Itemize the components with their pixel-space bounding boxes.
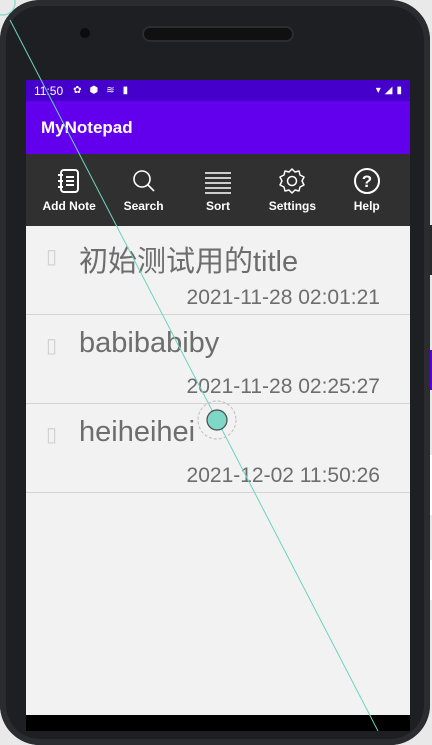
note-list-item[interactable]: ▯ heiheihei 2021-12-02 11:50:26 xyxy=(26,404,410,493)
navigation-bar xyxy=(26,715,410,731)
search-icon xyxy=(132,170,155,192)
settings-button[interactable]: Settings xyxy=(256,167,328,213)
note-date: 2021-11-28 02:01:21 xyxy=(186,286,380,309)
help-icon: ? xyxy=(353,168,380,194)
help-label: Help xyxy=(353,199,380,213)
note-list-item[interactable]: ▯ 初始测试用的title 2021-11-28 02:01:21 xyxy=(26,226,410,315)
sort-lines-icon xyxy=(204,172,231,194)
phone-frame: 11:50 ✿ ⬢ ≋ ▮ ▾ ◢ ▮ MyNotepad Add Note S… xyxy=(0,0,430,745)
status-time: 11:50 xyxy=(34,83,64,98)
status-bar: 11:50 ✿ ⬢ ≋ ▮ ▾ ◢ ▮ xyxy=(26,80,410,101)
action-toolbar: Add Note Search Sort Settings ? Help xyxy=(26,154,410,226)
settings-status-icon: ✿ xyxy=(73,85,82,96)
wifi-question-status-icon: ≋ xyxy=(106,85,115,96)
battery-icon: ▮ xyxy=(396,85,402,96)
note-date: 2021-11-28 02:25:27 xyxy=(186,375,380,398)
note-list-item[interactable]: ▯ babibabiby 2021-11-28 02:25:27 xyxy=(26,315,410,404)
search-button[interactable]: Search xyxy=(108,167,180,213)
app-bar: MyNotepad xyxy=(26,101,410,154)
notes-list: ▯ 初始测试用的title 2021-11-28 02:01:21 ▯ babi… xyxy=(26,226,410,493)
signal-icon: ◢ xyxy=(384,85,393,96)
help-button[interactable]: ? Help xyxy=(331,167,403,213)
note-title: 初始测试用的title xyxy=(79,246,299,278)
add-note-label: Add Note xyxy=(42,199,96,213)
sort-label: Sort xyxy=(205,199,230,213)
note-icon: ▯ xyxy=(46,424,58,446)
note-title: babibabiby xyxy=(79,327,220,359)
sort-button[interactable]: Sort xyxy=(182,167,254,213)
front-camera xyxy=(80,28,90,38)
gear-icon xyxy=(279,168,306,194)
search-label: Search xyxy=(123,199,164,213)
sd-card-status-icon: ▮ xyxy=(122,85,129,96)
phone-screen: 11:50 ✿ ⬢ ≋ ▮ ▾ ◢ ▮ MyNotepad Add Note S… xyxy=(26,80,410,731)
app-title: MyNotepad xyxy=(41,117,133,137)
note-icon: ▯ xyxy=(46,246,58,268)
shield-status-icon: ⬢ xyxy=(89,85,99,96)
wifi-icon: ▾ xyxy=(375,85,381,96)
note-title: heiheihei xyxy=(79,416,196,448)
add-note-button[interactable]: Add Note xyxy=(33,167,105,213)
settings-label: Settings xyxy=(268,199,317,213)
note-icon: ▯ xyxy=(46,335,58,357)
earpiece-speaker xyxy=(142,26,294,42)
notebook-icon xyxy=(58,169,80,193)
svg-text:?: ? xyxy=(362,172,372,191)
note-date: 2021-12-02 11:50:26 xyxy=(186,464,380,487)
